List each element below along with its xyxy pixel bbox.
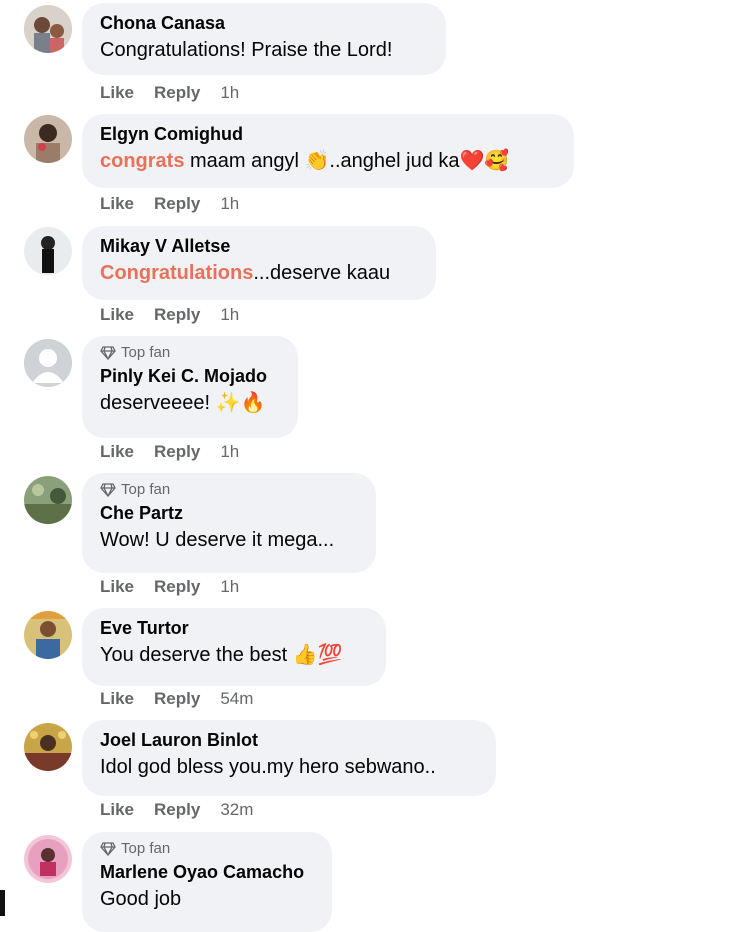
- comment-text: You deserve the best 👍💯: [100, 644, 343, 666]
- comment-actions: Like Reply 1h: [100, 577, 259, 597]
- top-fan-badge: Top fan: [100, 840, 314, 857]
- commenter-name[interactable]: Elgyn Comighud: [100, 122, 556, 146]
- like-button[interactable]: Like: [100, 194, 134, 214]
- top-fan-label: Top fan: [121, 481, 171, 498]
- comment-actions: Like Reply 1h: [100, 305, 259, 325]
- top-fan-label: Top fan: [121, 344, 171, 361]
- comment-actions: Like Reply 54m: [100, 689, 273, 709]
- comment-timestamp[interactable]: 32m: [220, 800, 253, 820]
- commenter-name[interactable]: Joel Lauron Binlot: [100, 728, 478, 752]
- commenter-name[interactable]: Eve Turtor: [100, 616, 368, 640]
- comment-timestamp[interactable]: 54m: [220, 689, 253, 709]
- comment-text: Wow! U deserve it mega...: [100, 529, 335, 551]
- default-avatar-icon[interactable]: [24, 339, 72, 387]
- comment-bubble: Joel Lauron Binlot Idol god bless you.my…: [82, 720, 496, 796]
- like-button[interactable]: Like: [100, 442, 134, 462]
- comment-bubble: Elgyn Comighud congrats maam angyl 👏..an…: [82, 114, 574, 188]
- comment-timestamp[interactable]: 1h: [220, 194, 239, 214]
- commenter-name[interactable]: Mikay V Alletse: [100, 234, 418, 258]
- commenter-name[interactable]: Chona Canasa: [100, 11, 428, 35]
- top-fan-badge: Top fan: [100, 481, 358, 498]
- like-button[interactable]: Like: [100, 689, 134, 709]
- diamond-icon: [100, 345, 116, 360]
- reply-button[interactable]: Reply: [154, 689, 200, 709]
- diamond-icon: [100, 482, 116, 497]
- comment-bubble: Top fan Marlene Oyao Camacho Good job: [82, 832, 332, 932]
- comment-actions: Like Reply 32m: [100, 800, 273, 820]
- avatar[interactable]: [24, 115, 72, 163]
- comment-timestamp[interactable]: 1h: [220, 83, 239, 103]
- comment-bubble: Chona Canasa Congratulations! Praise the…: [82, 3, 446, 75]
- like-button[interactable]: Like: [100, 800, 134, 820]
- comment-text: Good job: [100, 888, 182, 910]
- comment-actions: Like Reply 1h: [100, 83, 259, 103]
- commenter-name[interactable]: Pinly Kei C. Mojado: [100, 364, 280, 388]
- comment-text: Idol god bless you.my hero sebwano..: [100, 756, 436, 778]
- avatar[interactable]: [24, 227, 72, 275]
- avatar[interactable]: [24, 835, 72, 883]
- avatar[interactable]: [24, 5, 72, 53]
- commenter-name[interactable]: Che Partz: [100, 501, 358, 525]
- reply-button[interactable]: Reply: [154, 442, 200, 462]
- reply-button[interactable]: Reply: [154, 83, 200, 103]
- comment-actions: Like Reply 1h: [100, 194, 259, 214]
- reply-button[interactable]: Reply: [154, 194, 200, 214]
- diamond-icon: [100, 841, 116, 856]
- reply-button[interactable]: Reply: [154, 305, 200, 325]
- like-button[interactable]: Like: [100, 577, 134, 597]
- comment-text: Congratulations! Praise the Lord!: [100, 39, 393, 61]
- comment-timestamp[interactable]: 1h: [220, 305, 239, 325]
- comment-text: deserveeee! ✨🔥: [100, 392, 266, 414]
- reply-button[interactable]: Reply: [154, 577, 200, 597]
- avatar[interactable]: [24, 723, 72, 771]
- like-button[interactable]: Like: [100, 305, 134, 325]
- comment-text: congrats maam angyl 👏..anghel jud ka❤️🥰: [100, 146, 556, 176]
- top-fan-badge: Top fan: [100, 344, 280, 361]
- avatar[interactable]: [24, 476, 72, 524]
- comment-bubble: Top fan Pinly Kei C. Mojado deserveeee! …: [82, 336, 298, 438]
- comment-bubble: Mikay V Alletse Congratulations...deserv…: [82, 226, 436, 300]
- comment-bubble: Top fan Che Partz Wow! U deserve it mega…: [82, 473, 376, 573]
- comment-text-rest: maam angyl 👏..anghel jud ka❤️🥰: [184, 150, 510, 172]
- comment-actions: Like Reply 1h: [100, 442, 259, 462]
- top-fan-label: Top fan: [121, 840, 171, 857]
- comment-highlight: congrats: [100, 150, 185, 172]
- comment-bubble: Eve Turtor You deserve the best 👍💯: [82, 608, 386, 686]
- avatar[interactable]: [24, 611, 72, 659]
- reply-button[interactable]: Reply: [154, 800, 200, 820]
- like-button[interactable]: Like: [100, 83, 134, 103]
- comment-timestamp[interactable]: 1h: [220, 577, 239, 597]
- comment-text-rest: ...deserve kaau: [253, 262, 391, 284]
- commenter-name[interactable]: Marlene Oyao Camacho: [100, 860, 314, 884]
- comment-text: Congratulations...deserve kaau: [100, 258, 418, 288]
- comment-timestamp[interactable]: 1h: [220, 442, 239, 462]
- comment-highlight: Congratulations: [100, 262, 254, 284]
- window-edge: [0, 890, 5, 916]
